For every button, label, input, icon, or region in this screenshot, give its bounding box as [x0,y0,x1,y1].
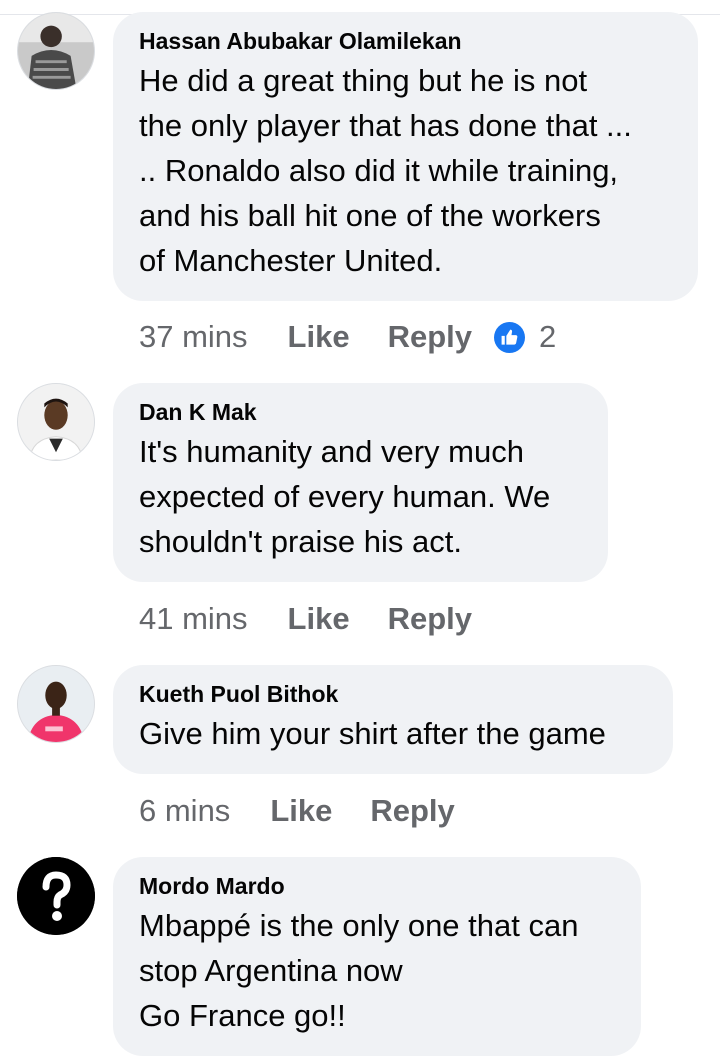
like-button[interactable]: Like [288,601,350,637]
reply-button[interactable]: Reply [370,793,454,829]
comment-text-line: stop Argentina now [139,953,403,988]
comment-text: It's humanity and very much expected of … [139,429,582,564]
comment-author[interactable]: Mordo Mardo [139,873,615,899]
comment-text-line: and his ball hit one of the workers [139,198,601,233]
comment-author[interactable]: Hassan Abubakar Olamilekan [139,28,672,54]
thumbs-up-icon [494,321,525,353]
comment-actions: 41 mins Like Reply [139,601,510,637]
comment-text-line: Give him your shirt after the game [139,716,606,751]
comments-page: Hassan Abubakar Olamilekan He did a grea… [0,0,720,1063]
comment-text-line: Go France go!! [139,998,346,1033]
comment-text: Give him your shirt after the game [139,711,647,756]
comment-text-line: shouldn't praise his act. [139,524,462,559]
comment-timestamp[interactable]: 41 mins [139,601,248,637]
comment-text: Mbappé is the only one that can stop Arg… [139,903,615,1038]
comment-bubble: Dan K Mak It's humanity and very much ex… [113,383,608,582]
like-button[interactable]: Like [270,793,332,829]
avatar[interactable] [17,383,95,461]
comment-text-line: of Manchester United. [139,243,443,278]
comment-text-line: expected of every human. We [139,479,551,514]
reply-button[interactable]: Reply [388,601,472,637]
avatar[interactable] [17,665,95,743]
comment-bubble: Mordo Mardo Mbappé is the only one that … [113,857,641,1056]
comment-text-line: He did a great thing but he is not [139,63,588,98]
comment-actions: 37 mins Like Reply 2 [139,319,556,355]
comment-author[interactable]: Kueth Puol Bithok [139,681,647,707]
comment-bubble: Hassan Abubakar Olamilekan He did a grea… [113,12,698,301]
comment-text-line: Mbappé is the only one that can [139,908,579,943]
comment-bubble: Kueth Puol Bithok Give him your shirt af… [113,665,673,774]
reply-button[interactable]: Reply [388,319,472,355]
comment-text-line: the only player that has done that ... [139,108,632,143]
comment-text: He did a great thing but he is not the o… [139,58,672,283]
comment-timestamp[interactable]: 6 mins [139,793,230,829]
comment-actions: 6 mins Like Reply [139,793,493,829]
comment-author[interactable]: Dan K Mak [139,399,582,425]
like-button[interactable]: Like [288,319,350,355]
question-mark-icon[interactable] [17,857,95,935]
comment-text-line: .. Ronaldo also did it while training, [139,153,619,188]
reaction-count[interactable]: 2 [494,319,556,355]
avatar[interactable] [17,12,95,90]
comment-text-line: It's humanity and very much [139,434,524,469]
comment-timestamp[interactable]: 37 mins [139,319,248,355]
reaction-count-value: 2 [539,319,557,354]
